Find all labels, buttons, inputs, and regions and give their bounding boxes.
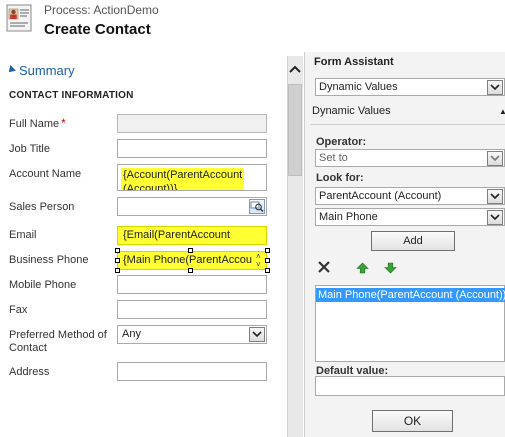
resize-handle[interactable] [115, 258, 120, 263]
account-name-field[interactable]: {Account(ParentAccount (Account))} [117, 164, 267, 191]
collapse-icon[interactable]: ▲ [499, 107, 505, 116]
remove-icon[interactable] [316, 259, 332, 275]
address-field[interactable] [117, 362, 267, 381]
move-up-icon[interactable] [356, 262, 369, 274]
dynamic-values-header: Dynamic Values [312, 105, 391, 117]
preferred-method-select[interactable]: Any [117, 325, 267, 344]
scrollbar-thumb[interactable] [288, 84, 302, 176]
move-down-icon[interactable] [384, 262, 397, 274]
preferred-method-label: Preferred Method of Contact [9, 329, 107, 354]
resize-handle[interactable] [115, 248, 120, 253]
account-name-label: Account Name [9, 168, 82, 180]
resize-handle[interactable] [265, 258, 270, 263]
required-indicator: * [61, 116, 66, 130]
resize-handle[interactable] [188, 268, 193, 273]
contact-card-icon [6, 4, 32, 32]
add-button[interactable]: Add [371, 231, 455, 251]
business-phone-label: Business Phone [9, 254, 89, 266]
scroll-up-icon[interactable] [287, 63, 303, 79]
section-title: CONTACT INFORMATION [9, 90, 134, 101]
address-label: Address [9, 366, 50, 378]
fax-field[interactable] [117, 300, 267, 319]
sales-person-label: Sales Person [9, 201, 75, 213]
spin-down-icon[interactable]: ˅ [256, 261, 264, 269]
chevron-down-icon[interactable] [249, 327, 265, 342]
lookup-magnifier-icon [250, 201, 264, 213]
email-label: Email [9, 229, 37, 241]
form-assistant-title: Form Assistant [314, 56, 394, 68]
lookup-button[interactable] [249, 199, 265, 214]
fax-label: Fax [9, 304, 28, 316]
full-name-field[interactable] [117, 114, 267, 133]
operator-select[interactable]: Set to [315, 149, 505, 167]
mobile-phone-label: Mobile Phone [9, 279, 77, 291]
look-for-entity-select[interactable]: ParentAccount (Account) [315, 187, 505, 205]
default-value-field[interactable] [315, 376, 505, 396]
list-item[interactable]: Main Phone(ParentAccount (Account)) [316, 288, 505, 302]
chevron-down-icon[interactable] [487, 189, 503, 204]
operator-label: Operator: [316, 136, 367, 148]
page-title: Create Contact [44, 21, 151, 38]
resize-handle[interactable] [188, 248, 193, 253]
resize-handle[interactable] [265, 268, 270, 273]
email-field[interactable]: {Email(ParentAccount [117, 226, 267, 245]
job-title-field[interactable] [117, 139, 267, 158]
account-name-value-line2: (Account))} [123, 183, 178, 191]
look-for-field-select[interactable]: Main Phone [315, 208, 505, 226]
collapse-arrow-icon[interactable] [6, 65, 16, 75]
resize-handle[interactable] [265, 248, 270, 253]
sales-person-field[interactable] [117, 197, 267, 216]
chevron-down-icon[interactable] [487, 80, 503, 95]
full-name-label: Full Name * [9, 116, 66, 131]
divider [310, 124, 505, 125]
process-name: Process: ActionDemo [44, 3, 159, 17]
look-for-label: Look for: [316, 172, 364, 184]
account-name-value-line1: {Account(ParentAccount [123, 169, 243, 181]
job-title-label: Job Title [9, 143, 50, 155]
resize-handle[interactable] [115, 268, 120, 273]
assistant-mode-select[interactable]: Dynamic Values [315, 78, 505, 96]
chevron-down-icon[interactable] [487, 151, 503, 166]
ok-button[interactable]: OK [372, 410, 453, 432]
chevron-down-icon[interactable] [487, 210, 503, 225]
mobile-phone-field[interactable] [117, 275, 267, 294]
summary-tab-toggle[interactable]: Summary [19, 63, 75, 78]
